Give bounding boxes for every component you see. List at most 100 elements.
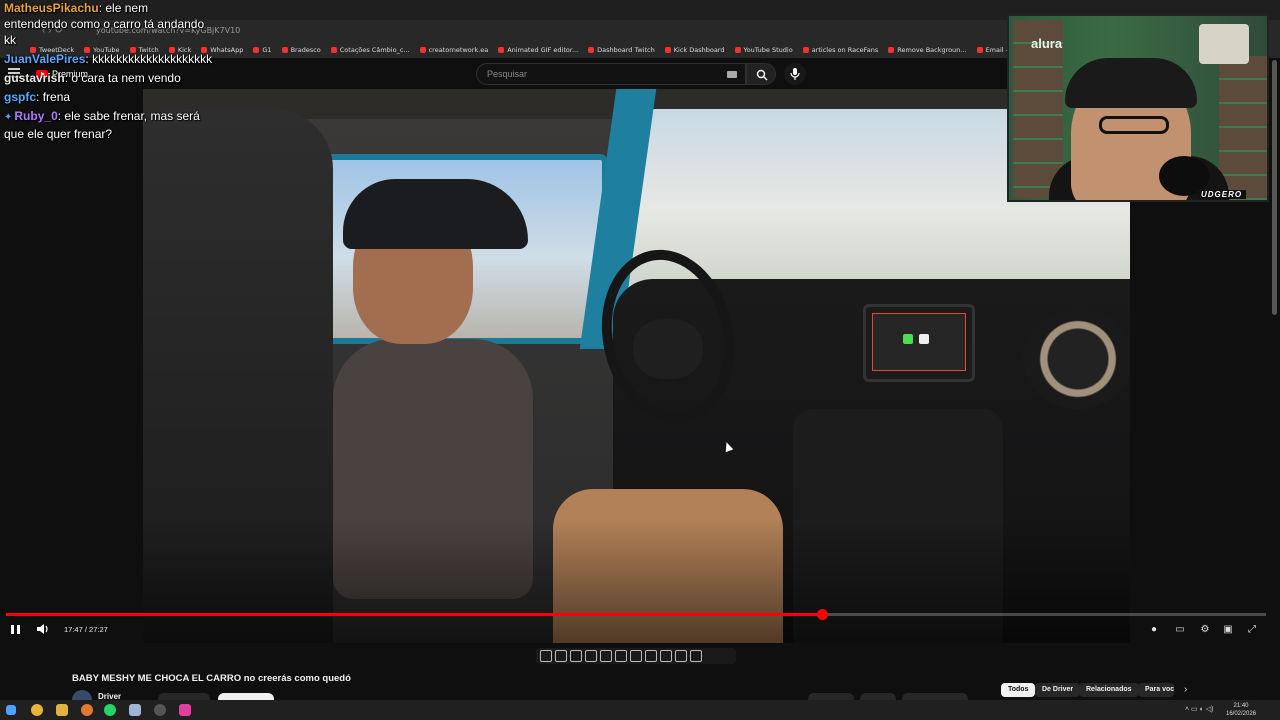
bookmark-label: Dashboard Twitch	[597, 46, 655, 54]
camera-icon[interactable]	[660, 650, 672, 662]
bookmark-favicon-icon	[888, 47, 895, 53]
bookmark-item[interactable]: Cotações Câmbio_c...	[330, 46, 410, 54]
audio-icon[interactable]	[555, 650, 567, 662]
windows-start-icon[interactable]	[6, 705, 16, 715]
app-icon-2[interactable]	[129, 704, 141, 716]
progress-bar[interactable]	[6, 609, 1266, 620]
obs-icon[interactable]	[154, 704, 166, 716]
bookmark-label: Kick Dashboard	[673, 46, 725, 54]
bookmark-label: creatornetwork.ea	[428, 46, 489, 54]
streamer-glasses	[1099, 116, 1169, 134]
bookmark-label: articles on RaceFans	[811, 46, 879, 54]
retro-computer	[1199, 24, 1249, 64]
video-player[interactable]	[143, 89, 1130, 643]
chip-for-you[interactable]: Para você	[1138, 683, 1174, 697]
progress-fill	[6, 613, 823, 616]
chat-message: gspfc: frena	[4, 90, 71, 104]
chat-username: Ruby_0	[14, 109, 58, 123]
bookmark-label: Cotações Câmbio_c...	[339, 46, 410, 54]
whatsapp-icon[interactable]	[104, 704, 116, 716]
file-explorer-icon[interactable]	[56, 704, 68, 716]
keyboard-icon[interactable]	[727, 71, 737, 78]
search-icon	[756, 69, 768, 81]
app-icon[interactable]	[81, 704, 93, 716]
mini-icon[interactable]	[615, 650, 627, 662]
bookmark-favicon-icon	[419, 47, 426, 53]
bookmark-item[interactable]: Bradesco	[281, 46, 321, 54]
voice-search-button[interactable]	[784, 63, 806, 85]
chat-badge-icon: ✦	[4, 112, 13, 123]
bookmark-item[interactable]: YouTube Studio	[734, 46, 793, 54]
bookmark-favicon-icon	[281, 47, 288, 53]
autoplay-toggle-icon[interactable]: ●	[1148, 624, 1160, 636]
chat-username: MatheusPikachu	[4, 1, 99, 15]
save-icon[interactable]	[645, 650, 657, 662]
bookmark-item[interactable]: G1	[253, 46, 272, 54]
bookshelf	[1219, 56, 1267, 200]
loop-icon[interactable]	[540, 650, 552, 662]
streamer-cap	[1065, 58, 1197, 108]
chat-message: MatheusPikachu: ele nem entendendo como …	[4, 1, 205, 47]
chat-message: gustavrish: o cara ta nem vendo	[4, 71, 181, 85]
chat-message: JuanValePires: kkkkkkkkkkkkkkkkkkkk	[4, 52, 213, 66]
chat-username: gustavrish	[4, 71, 65, 85]
search-button[interactable]	[746, 63, 776, 85]
filter-icon[interactable]	[675, 650, 687, 662]
volume-icon[interactable]	[36, 623, 50, 635]
bookmark-label: G1	[262, 46, 272, 54]
pause-icon[interactable]	[11, 625, 20, 634]
bookmark-favicon-icon	[588, 47, 595, 53]
bookmark-favicon-icon	[802, 47, 809, 53]
chip-related[interactable]: Relacionados	[1079, 683, 1139, 697]
frame-icon[interactable]	[585, 650, 597, 662]
settings-gear-icon[interactable]: ⚙	[1199, 624, 1211, 636]
page-scrollbar[interactable]	[1272, 60, 1277, 315]
alura-logo: alura	[1031, 36, 1063, 51]
video-title: BABY MESHY ME CHOCA EL CARRO no creerás …	[72, 673, 351, 684]
clock-date: 16/02/2026	[1226, 711, 1257, 717]
bookmark-label: Remove Backgroun...	[897, 46, 967, 54]
bookmark-item[interactable]: Remove Backgroun...	[888, 46, 967, 54]
system-tray-icons[interactable]: ˄ ▭ ◐ ◁)	[1185, 705, 1213, 713]
chat-overlay: MatheusPikachu: ele nem entendendo como …	[4, 0, 214, 145]
chip-from-driver[interactable]: De Driver	[1035, 683, 1081, 697]
search-placeholder: Pesquisar	[487, 69, 528, 79]
windows-taskbar: ˄ ▭ ◐ ◁) 21:40 16/02/2026	[0, 700, 1280, 720]
picture-icon[interactable]	[600, 650, 612, 662]
search-input[interactable]: Pesquisar	[476, 63, 746, 85]
chrome-icon[interactable]	[31, 704, 43, 716]
microphone-icon	[790, 68, 800, 80]
fullscreen-icon[interactable]: ⤢	[1246, 624, 1258, 636]
streamer-logo: UDGERO	[1197, 190, 1247, 199]
taskbar-clock[interactable]: 21:40 16/02/2026	[1226, 702, 1256, 718]
gear-icon[interactable]	[690, 650, 702, 662]
carplay-white-icon	[919, 334, 929, 344]
bookmark-favicon-icon	[664, 47, 671, 53]
bookmark-favicon-icon	[976, 47, 983, 53]
bookmark-item[interactable]: Dashboard Twitch	[588, 46, 655, 54]
driver-cap	[343, 179, 528, 249]
chip-all[interactable]: Todos	[1001, 683, 1036, 697]
bookmark-favicon-icon	[253, 47, 260, 53]
subtitles-icon[interactable]: ▭	[1174, 624, 1186, 636]
extension-toolbar	[536, 648, 736, 664]
bookmark-favicon-icon	[330, 47, 337, 53]
bookmark-label: Animated GIF editor...	[507, 46, 579, 54]
chevron-right-icon[interactable]: ›	[1184, 684, 1187, 695]
bookmark-favicon-icon	[734, 47, 741, 53]
carplay-green-icon	[903, 334, 913, 344]
bookmark-item[interactable]: articles on RaceFans	[802, 46, 879, 54]
player-controls: 17:47 / 27:27 ● ▭ ⚙ ▣ ⤢	[0, 618, 1280, 642]
bookmark-item[interactable]: Kick Dashboard	[664, 46, 725, 54]
speed-icon[interactable]	[630, 650, 642, 662]
app-icon-3[interactable]	[179, 704, 191, 716]
chat-username: JuanValePires	[4, 52, 86, 66]
chat-message: ✦ Ruby_0: ele sabe frenar, mas será que e…	[4, 109, 200, 141]
screen-icon[interactable]	[570, 650, 582, 662]
miniplayer-icon[interactable]: ▣	[1222, 624, 1234, 636]
bookmark-item[interactable]: creatornetwork.ea	[419, 46, 489, 54]
bookmark-label: YouTube Studio	[743, 46, 793, 54]
chat-text: frena	[42, 90, 71, 104]
bookmark-item[interactable]: Animated GIF editor...	[498, 46, 578, 54]
time-display: 17:47 / 27:27	[64, 625, 108, 634]
